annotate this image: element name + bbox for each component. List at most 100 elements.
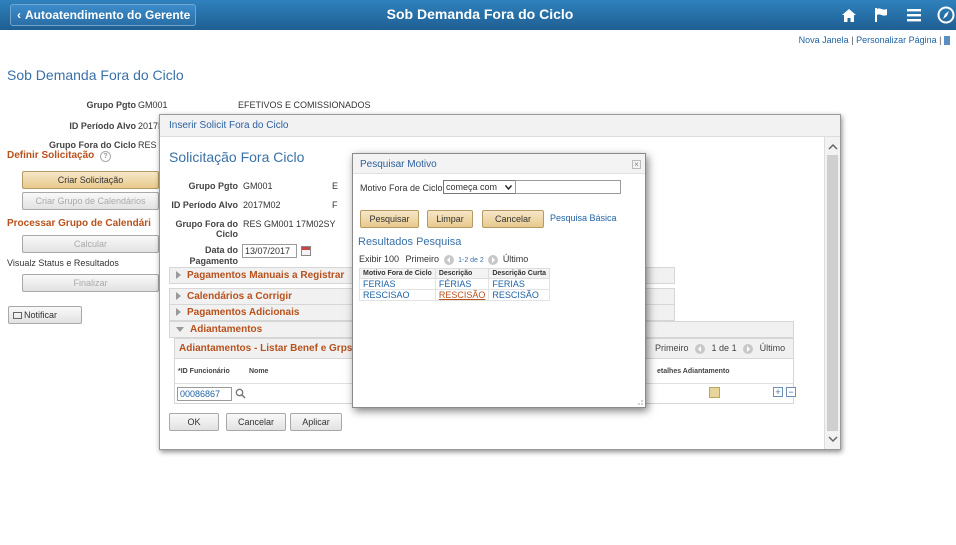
notify-button[interactable]: Notificar <box>8 306 82 324</box>
expand-icon <box>176 292 181 301</box>
grupo-fora-ciclo-label: Grupo Fora do Ciclo <box>49 140 136 150</box>
scroll-down-icon[interactable] <box>828 435 838 445</box>
result-cell[interactable]: FERIAS <box>488 278 551 290</box>
section-calendars-fix-label: Calendários a Corrigir <box>187 291 293 302</box>
payment-date-input[interactable] <box>242 244 297 258</box>
page-heading: Sob Demanda Fora do Ciclo <box>386 6 574 22</box>
col-name: Nome <box>249 368 269 375</box>
operator-select[interactable]: começa com <box>443 180 516 194</box>
first-link[interactable]: Primeiro <box>655 343 689 353</box>
view-status-results-label: Visualz Status e Resultados <box>7 258 119 268</box>
scroll-up-icon[interactable] <box>828 142 838 152</box>
grupo-pgto-value: GM001 <box>138 100 168 110</box>
home-icon[interactable] <box>838 4 860 26</box>
next-icon[interactable] <box>743 343 754 354</box>
finalize-button[interactable]: Finalizar <box>22 274 159 292</box>
ok-button[interactable]: OK <box>169 413 219 431</box>
top-links: Nova Janela | Personalizar Página | <box>799 35 950 46</box>
insert-modal-titlebar: Inserir Solicit Fora do Ciclo <box>160 115 840 137</box>
apply-button[interactable]: Aplicar <box>290 413 342 431</box>
define-request-title: Definir Solicitação <box>7 150 95 161</box>
modal-grupo-fora-label-2: Ciclo <box>215 229 238 239</box>
modal-periodo-desc: F <box>332 200 338 210</box>
table-row[interactable]: FERIAS FÉRIAS FERIAS <box>359 278 551 290</box>
basic-search-link[interactable]: Pesquisa Básica <box>550 213 617 223</box>
modal-grupo-pgto-desc: E <box>332 181 339 191</box>
page-options-icon[interactable] <box>944 36 950 46</box>
last-link[interactable]: Último <box>760 343 786 353</box>
expand-icon <box>176 308 181 317</box>
search-modal-title: Pesquisar Motivo <box>360 159 437 170</box>
search-cancel-button[interactable]: Cancelar <box>482 210 544 228</box>
modal-grupo-fora-label: Grupo Fora do <box>175 219 239 229</box>
chevron-left-icon: ‹ <box>17 8 21 22</box>
payment-date-label-2: Pagamento <box>189 256 238 266</box>
table-row[interactable]: RESCISAO RESCISÃO RESCISÃO <box>359 289 551 301</box>
modal-grupo-pgto-label: Grupo Pgto <box>188 181 239 191</box>
search-reason-modal: Pesquisar Motivo × Motivo Fora de Ciclo … <box>352 153 646 408</box>
personalize-page-link[interactable]: Personalizar Página <box>856 35 937 45</box>
delete-row-icon[interactable]: − <box>786 387 796 397</box>
modal-scrollbar[interactable] <box>824 137 840 449</box>
modal-periodo-label: ID Período Alvo <box>171 200 238 210</box>
search-button[interactable]: Pesquisar <box>360 210 419 228</box>
expand-icon <box>176 271 181 280</box>
show-count-link[interactable]: Exibir 100 <box>359 254 399 264</box>
calculate-button[interactable]: Calcular <box>22 235 159 253</box>
reason-search-input[interactable] <box>515 180 621 194</box>
new-window-link[interactable]: Nova Janela <box>799 35 849 45</box>
previous-icon[interactable] <box>443 254 454 265</box>
section-advances-label: Adiantamentos <box>190 324 263 335</box>
chevron-down-icon <box>505 185 512 190</box>
create-request-button[interactable]: Criar Solicitação <box>22 171 159 189</box>
clear-button[interactable]: Limpar <box>427 210 473 228</box>
modal-periodo-value: 2017M02 <box>243 200 281 210</box>
next-icon[interactable] <box>488 254 499 265</box>
flag-icon[interactable] <box>870 4 892 26</box>
result-cell[interactable]: RESCISÃO <box>434 289 490 301</box>
calendar-icon[interactable] <box>301 246 311 256</box>
col-employee-id: *ID Funcionário <box>178 368 230 375</box>
cancel-button[interactable]: Cancelar <box>226 413 286 431</box>
menu-icon[interactable] <box>903 4 925 26</box>
lookup-icon[interactable] <box>235 388 246 401</box>
result-cell[interactable]: FERIAS <box>359 278 436 290</box>
result-cell[interactable]: RESCISAO <box>359 289 436 301</box>
periodo-alvo-label: ID Período Alvo <box>69 121 136 131</box>
main-page-title: Sob Demanda Fora do Ciclo <box>7 67 184 83</box>
link-separator: | <box>851 35 854 45</box>
first-link[interactable]: Primeiro <box>406 254 440 264</box>
details-icon[interactable] <box>709 387 720 398</box>
link-separator-2: | <box>939 35 942 45</box>
results-nav: Exibir 100 Primeiro 1-2 de 2 Último <box>359 254 550 266</box>
result-cell[interactable]: RESCISÃO <box>488 289 551 301</box>
advances-grid-title: Adiantamentos - Listar Benef e Grps C <box>179 343 363 354</box>
results-range: 1-2 de 2 <box>458 257 484 264</box>
request-heading: Solicitação Fora Ciclo <box>169 149 305 165</box>
advances-grid-nav: Primeiro 1 de 1 Último <box>655 343 785 354</box>
close-icon[interactable]: × <box>632 160 641 169</box>
employee-id-input[interactable] <box>177 387 232 401</box>
modal-grupo-pgto-value: GM001 <box>243 181 273 191</box>
results-header-row: Motivo Fora de Ciclo Descrição Descrição… <box>359 268 551 279</box>
define-request-section: Definir Solicitação ? <box>7 150 112 162</box>
col-description: Descrição <box>434 268 490 279</box>
operator-select-value: começa com <box>446 182 498 192</box>
col-advance-details: etalhes Adiantamento <box>657 368 730 375</box>
add-row-icon[interactable]: + <box>773 387 783 397</box>
back-button[interactable]: ‹ Autoatendimento do Gerente <box>10 4 196 26</box>
scrollbar-thumb[interactable] <box>827 155 838 431</box>
results-table: Motivo Fora de Ciclo Descrição Descrição… <box>359 268 551 301</box>
result-cell[interactable]: FÉRIAS <box>434 278 490 290</box>
reason-field-label: Motivo Fora de Ciclo <box>360 183 443 193</box>
back-button-label: Autoatendimento do Gerente <box>25 8 191 22</box>
create-calendar-group-button[interactable]: Criar Grupo de Calendários <box>22 192 159 210</box>
grupo-pgto-description: EFETIVOS E COMISSIONADOS <box>238 100 371 110</box>
last-link[interactable]: Último <box>503 254 529 264</box>
resize-grip-icon[interactable] <box>635 397 643 407</box>
help-icon[interactable]: ? <box>100 151 112 162</box>
col-reason: Motivo Fora de Ciclo <box>359 268 436 279</box>
previous-icon[interactable] <box>695 343 706 354</box>
modal-grupo-fora-value: RES GM001 17M02SY <box>243 219 336 229</box>
navbar-icon[interactable] <box>935 4 956 26</box>
